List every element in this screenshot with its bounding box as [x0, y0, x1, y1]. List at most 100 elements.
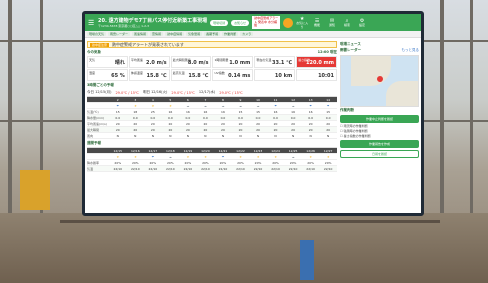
rebar [60, 220, 440, 223]
tab[interactable]: 長期予報 [204, 32, 221, 36]
sun-icon: ☀ [151, 103, 155, 108]
cloud-icon: ☁ [256, 103, 260, 108]
daily-report-button[interactable]: 日報を確認 [340, 150, 419, 158]
metric-value: 15.8 ℃ [146, 73, 167, 79]
day-tomorrow[interactable]: 明日 12/16(火) [143, 90, 167, 95]
machinery [20, 170, 50, 210]
heat-alert-banner[interactable]: 熱中症警戒アラート 発表中 水分補給 [252, 16, 281, 29]
warning-bar[interactable]: 熱中症注意 熱中症警戒アラートが発表されています [87, 41, 337, 48]
menu-icon[interactable]: ☰ [88, 19, 95, 27]
switch-site-button[interactable]: 現場切替 [210, 19, 229, 26]
table-cell: 20 [185, 121, 190, 126]
table-cell: 20% [272, 160, 279, 165]
settings-button[interactable]: ⚙ 設定 [356, 18, 368, 27]
sun-icon: ☀ [204, 154, 207, 159]
table-cell: 20% [219, 160, 227, 165]
table-cell: 22/10 [183, 166, 193, 171]
warning-tag: 熱中症注意 [90, 42, 110, 47]
weekly-table: 12/15 12/16 12/17 12/18 12/19 12/20 12/21 12/22… [87, 147, 337, 172]
option-heat[interactable]: ☐ 暑さ指数の作業判断 [340, 134, 419, 138]
land-area [386, 81, 418, 106]
radar-more-link[interactable]: もっと見る [402, 48, 420, 53]
option-wind[interactable]: ☐ 強風時の作業判断 [340, 129, 419, 133]
news-button[interactable]: お知らせ [231, 19, 250, 26]
tab[interactable]: 雷情報 [150, 32, 164, 36]
table-cell: 22/10 [148, 166, 158, 171]
table-cell: 16 [308, 109, 313, 114]
table-cell: 20 [203, 121, 208, 126]
table-cell: 20 [150, 121, 155, 126]
row-label: 気温(℃) [87, 109, 99, 114]
table-cell: 20 [273, 121, 278, 126]
column-header: 12/24 [271, 148, 280, 153]
metric-cell: 天気 晴れ [87, 56, 128, 68]
table-cell: 20 [221, 121, 225, 126]
notification-button[interactable]: ✉ 通知 [326, 18, 338, 27]
favorite-button[interactable]: ★ お気に入り [296, 16, 308, 29]
metric-value: 10 km [274, 73, 293, 79]
nav-tabs: 現場の天気 雨雲レーダー 風速情報 雷情報 熱中症情報 気象警報 長期予報 作業… [85, 31, 421, 38]
table-cell: 20 [150, 127, 155, 132]
option-rain[interactable]: ☐ 雨天時の作業判断 [340, 124, 419, 128]
table-cell: 20 [115, 121, 120, 126]
cloud-icon: ☁ [168, 154, 172, 159]
table-cell: N [256, 133, 260, 138]
column-header: 12/16 [130, 148, 140, 153]
table-cell: 0.0 [273, 115, 278, 120]
table-cell: 16 [273, 109, 278, 114]
tab[interactable]: 風速情報 [132, 32, 149, 36]
table-cell: 20% [184, 160, 192, 165]
metric-cell: 現在の気温 33.1 ℃ [254, 56, 296, 68]
table-cell: 20 [168, 127, 173, 132]
table-cell: 16 [291, 109, 295, 114]
create-report-button[interactable]: 作業報告を作成 [340, 140, 419, 148]
table-cell: N [274, 133, 277, 138]
metric-cell: 最大瞬間風速 8.0 m/s [170, 56, 212, 68]
table-cell: 15 [115, 109, 120, 114]
table-cell: N [116, 133, 119, 138]
site-info: 20. 遠方建物デモ7丁目パス停付近新築工事現場 〒1234-5678 東京都○… [98, 17, 207, 28]
metric-cell: 平均風速 2.0 m/s [128, 56, 170, 68]
sun-icon: ☀ [326, 154, 330, 159]
tab[interactable]: 作業判断 [222, 32, 239, 36]
features-button[interactable]: ☰ 機能 [311, 18, 323, 27]
ground [0, 213, 488, 283]
table-cell: 0.0 [150, 115, 156, 120]
radar-map[interactable] [340, 55, 419, 107]
sun-icon: ☀ [133, 154, 137, 159]
table-cell: N [291, 133, 295, 138]
column-header: 12/17 [148, 148, 158, 153]
column-header: 6 [186, 97, 189, 102]
judge-button[interactable]: 作業中止判断を確認 [340, 115, 419, 123]
table-cell: 20 [221, 127, 225, 132]
column-header: 5 [169, 97, 172, 102]
site-title: 20. 遠方建物デモ7丁目パス停付近新築工事現場 [98, 18, 208, 24]
sun-icon: ☀ [274, 154, 277, 159]
sun-icon: ☀ [133, 103, 137, 108]
table-cell: 22/10 [113, 166, 123, 171]
table-cell: 0.0 [220, 115, 226, 120]
tab[interactable]: 現場の天気 [87, 32, 107, 36]
cloud-icon: ☁ [221, 103, 225, 108]
metric-value: 1.0 mm [229, 60, 251, 66]
tab[interactable]: 気象警報 [186, 32, 203, 36]
search-button[interactable]: ⌕ 検索 [341, 18, 353, 27]
table-cell: 22/10 [253, 166, 263, 171]
day-selector: 今日 12/15(月) 29.0℃ / 15℃ 明日 12/16(火) 29.0℃ … [87, 90, 337, 95]
metric-label: 湿度 [89, 71, 96, 75]
table-cell: 0.0 [115, 115, 121, 120]
column-header: 14 [326, 97, 331, 102]
column-header: 12/19 [183, 148, 193, 153]
site-pin-icon [377, 76, 383, 82]
hourly-section-header: 3時間ごとの予報 [87, 83, 114, 87]
tab[interactable]: カメラ [240, 32, 254, 36]
tab[interactable]: 熱中症情報 [165, 32, 185, 36]
table-cell: 22/10 [218, 166, 228, 171]
tab[interactable]: 雨雲レーダー [108, 32, 131, 36]
day-after[interactable]: 12/17(水) [199, 90, 215, 95]
row-label: 風向 [87, 133, 94, 138]
table-cell: 22/10 [236, 166, 245, 171]
metric-cell: 10:01 [296, 69, 337, 81]
column-header: 12/27 [323, 148, 333, 153]
day-today[interactable]: 今日 12/15(月) [87, 90, 111, 95]
